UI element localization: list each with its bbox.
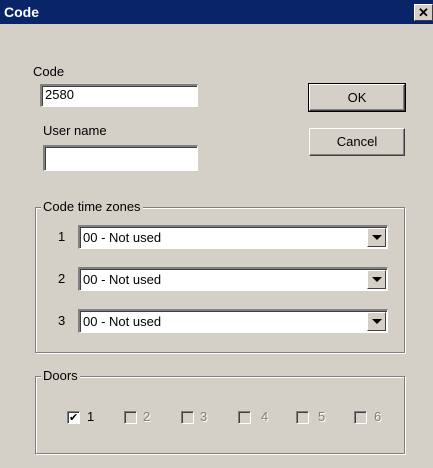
checkmark-icon: ✔: [69, 411, 79, 424]
door-checkbox-3[interactable]: [181, 411, 194, 424]
time-zone-select-1[interactable]: 00 - Not used: [78, 225, 388, 249]
time-zone-value-1: 00 - Not used: [83, 230, 162, 245]
time-zone-number-2: 2: [58, 271, 66, 286]
code-time-zones-caption: Code time zones: [41, 199, 143, 215]
door-checkbox-1[interactable]: ✔: [67, 411, 80, 424]
doors-caption: Doors: [41, 368, 80, 384]
door-label-2: 2: [143, 409, 151, 424]
window-title: Code: [4, 4, 39, 20]
door-label-3: 3: [200, 409, 208, 424]
door-checkbox-6[interactable]: [354, 411, 367, 424]
door-checkbox-5[interactable]: [296, 411, 309, 424]
close-button[interactable]: ✕: [414, 4, 433, 21]
code-input[interactable]: 2580: [40, 84, 198, 107]
door-label-4: 4: [261, 409, 269, 424]
code-dialog: Code ✕ Code 2580 User name OK Cancel Cod…: [0, 0, 433, 468]
close-icon: ✕: [418, 5, 429, 20]
door-label-1: 1: [87, 409, 95, 424]
time-zone-number-1: 1: [58, 229, 66, 244]
door-label-6: 6: [374, 409, 382, 424]
ok-button[interactable]: OK: [308, 83, 406, 112]
door-label-5: 5: [318, 409, 326, 424]
time-zone-number-3: 3: [58, 313, 66, 328]
time-zone-value-2: 00 - Not used: [83, 272, 162, 287]
time-zone-select-2[interactable]: 00 - Not used: [78, 267, 388, 291]
door-checkbox-4[interactable]: [238, 411, 251, 424]
chevron-down-icon[interactable]: [367, 270, 386, 289]
door-checkbox-2[interactable]: [124, 411, 137, 424]
user-name-label: User name: [43, 123, 107, 138]
chevron-down-icon[interactable]: [367, 312, 386, 331]
user-name-input[interactable]: [43, 145, 198, 171]
time-zone-value-3: 00 - Not used: [83, 314, 162, 329]
time-zone-select-3[interactable]: 00 - Not used: [78, 309, 388, 333]
chevron-down-icon[interactable]: [367, 228, 386, 247]
code-label: Code: [33, 64, 65, 79]
title-bar[interactable]: Code ✕: [0, 0, 433, 24]
cancel-button[interactable]: Cancel: [309, 128, 405, 156]
